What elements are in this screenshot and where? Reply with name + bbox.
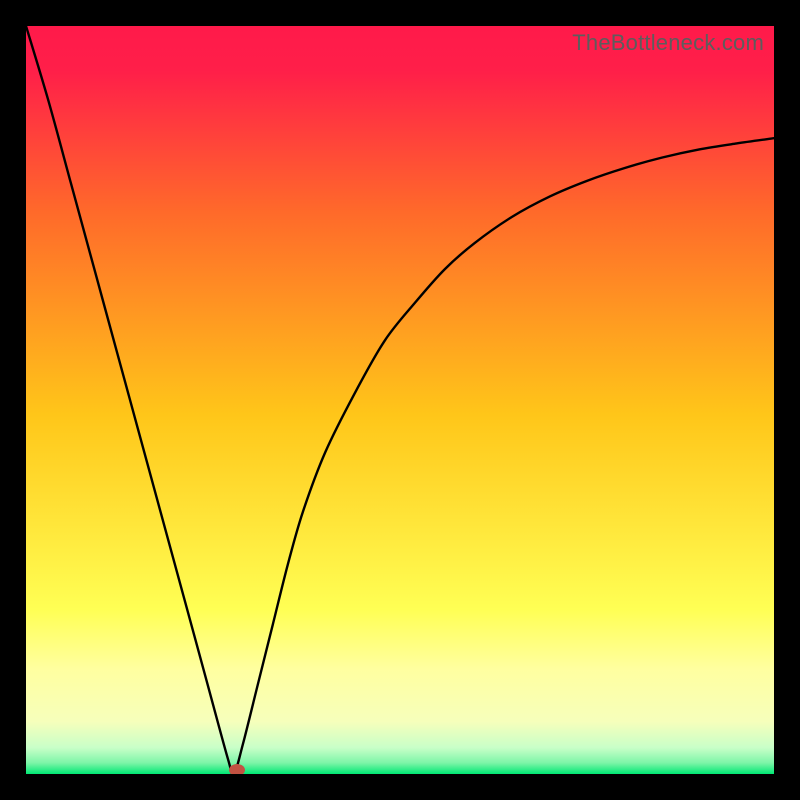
chart-frame: TheBottleneck.com — [0, 0, 800, 800]
gradient-background — [26, 26, 774, 774]
gradient-rect — [26, 26, 774, 774]
optimal-point-marker — [229, 764, 245, 775]
plot-area: TheBottleneck.com — [26, 26, 774, 774]
watermark-text: TheBottleneck.com — [572, 30, 764, 56]
